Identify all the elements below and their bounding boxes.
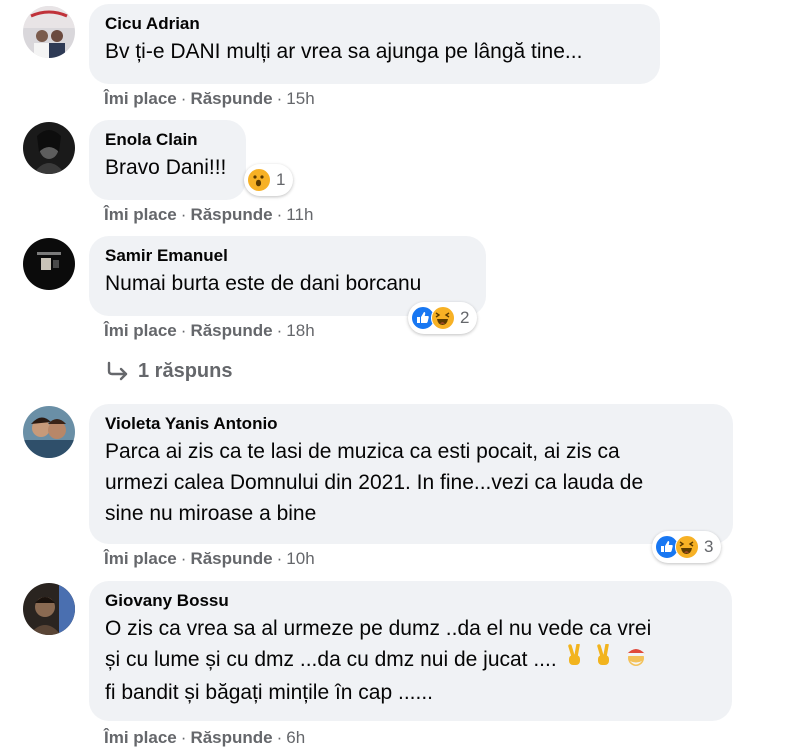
comment-text: Parca ai zis ca te lasi de muzica ca est… [105,440,620,463]
separator: · [180,549,187,568]
separator: · [180,89,187,108]
comment-bubble: Giovany Bossu O zis ca vrea sa al urmeze… [89,581,732,721]
comment-bubble: Violeta Yanis Antonio Parca ai zis ca te… [89,404,733,544]
separator: · [276,321,283,340]
comment-text: sine nu miroase a bine [105,502,317,525]
reactions-summary[interactable]: 3 [652,531,722,563]
victory-hand-icon [565,643,585,677]
reactions-summary[interactable]: 2 [408,302,478,334]
wow-emoji-icon [247,168,271,192]
reply-arrow-icon [106,359,130,383]
separator: · [276,205,283,224]
comment-actions: Îmi place · Răspunde · 10h [104,549,315,569]
comment-actions: Îmi place · Răspunde · 15h [104,89,315,109]
santa-emoji-icon [624,644,648,677]
comment-timestamp[interactable]: 11h [286,205,313,224]
view-replies-link[interactable]: 1 răspuns [106,358,232,384]
like-button[interactable]: Îmi place [104,728,177,747]
comment-text: Bravo Dani!!! [105,156,227,179]
comment-timestamp[interactable]: 10h [286,549,314,568]
reply-button[interactable]: Răspunde [190,89,272,108]
separator: · [180,728,187,747]
comment-author[interactable]: Giovany Bossu [105,591,716,611]
comment-actions: Îmi place · Răspunde · 18h [104,321,315,341]
like-button[interactable]: Îmi place [104,205,177,224]
comment-author[interactable]: Cicu Adrian [105,14,644,34]
comment-actions: Îmi place · Răspunde · 11h [104,205,313,225]
replies-count: 1 răspuns [138,359,233,382]
comment-author[interactable]: Samir Emanuel [105,246,470,266]
avatar[interactable] [23,122,75,174]
comment-author[interactable]: Violeta Yanis Antonio [105,414,717,434]
comment-text: O zis ca vrea sa al urmeze pe dumz ..da … [105,617,652,640]
separator: · [276,728,283,747]
comment-bubble: Enola Clain Bravo Dani!!! [89,120,246,200]
like-button[interactable]: Îmi place [104,89,177,108]
comment-text: urmezi calea Domnului din 2021. In fine.… [105,471,644,494]
comment-timestamp[interactable]: 6h [286,728,305,747]
comment-text: Numai burta este de dani borcanu [105,272,422,295]
comment-text: și cu lume și cu dmz ...da cu dmz nui de… [105,648,557,672]
comment-timestamp[interactable]: 15h [286,89,314,108]
like-button[interactable]: Îmi place [104,549,177,568]
comment-text: fi bandit și băgați mințile în cap .....… [105,681,434,704]
comment-actions: Îmi place · Răspunde · 6h [104,728,305,748]
reactions-summary[interactable]: 1 [244,164,294,196]
separator: · [276,549,283,568]
reaction-count: 3 [704,537,714,556]
reply-button[interactable]: Răspunde [190,728,272,747]
victory-hand-icon [594,643,614,677]
comment-text-line: și cu lume și cu dmz ...da cu dmz nui de… [105,643,716,677]
reaction-count: 2 [460,308,470,327]
haha-emoji-icon [675,535,699,559]
avatar[interactable] [23,238,75,290]
like-button[interactable]: Îmi place [104,321,177,340]
comment-bubble: Cicu Adrian Bv ți-e DANI mulți ar vrea s… [89,4,660,84]
separator: · [180,321,187,340]
avatar[interactable] [23,406,75,458]
comment-timestamp[interactable]: 18h [286,321,314,340]
separator: · [180,205,187,224]
reply-button[interactable]: Răspunde [190,205,272,224]
comment-text: Bv ți-e DANI mulți ar vrea sa ajunga pe … [105,40,583,63]
reply-button[interactable]: Răspunde [190,321,272,340]
haha-emoji-icon [431,306,455,330]
reply-button[interactable]: Răspunde [190,549,272,568]
avatar[interactable] [23,583,75,635]
comment-author[interactable]: Enola Clain [105,130,230,150]
avatar[interactable] [23,6,75,58]
reaction-count: 1 [276,170,286,189]
separator: · [276,89,283,108]
